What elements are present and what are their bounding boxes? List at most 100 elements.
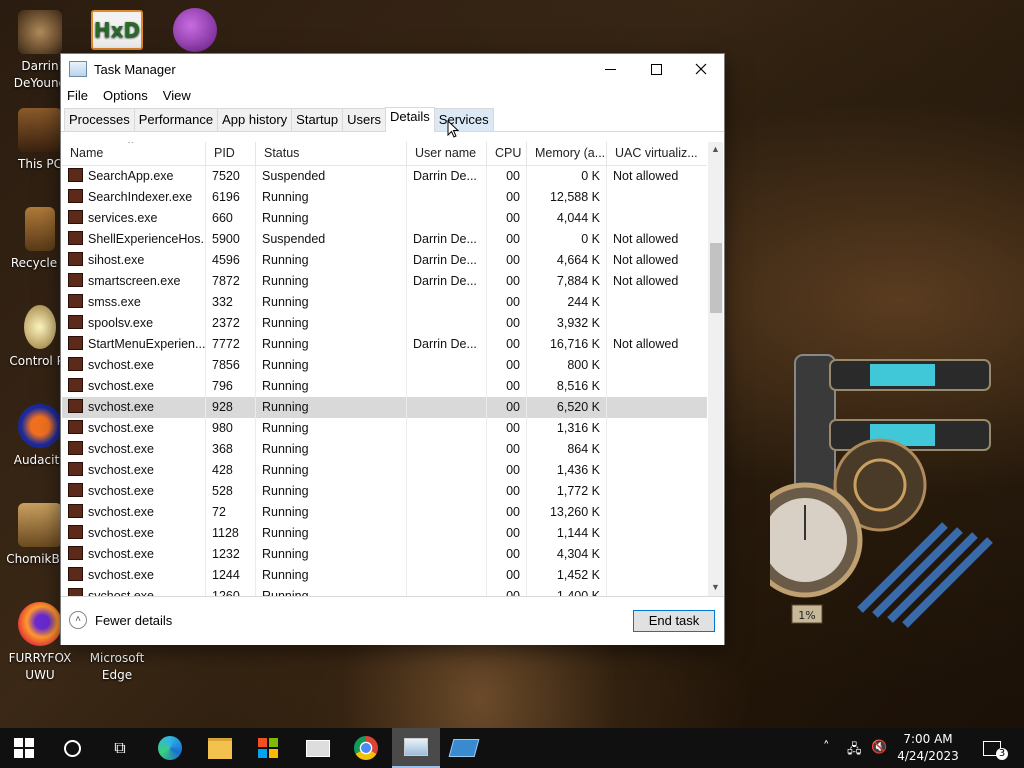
table-row[interactable]: ShellExperienceHos... 5900 Suspended Darrin…	[62, 229, 707, 250]
process-name-cell: smss.exe	[62, 292, 206, 313]
task-view-button[interactable]: ⧉	[96, 728, 144, 768]
status-cell: Suspended	[256, 229, 407, 250]
column-header-pid[interactable]: PID	[206, 142, 256, 165]
column-header-memory[interactable]: Memory (a...	[527, 142, 607, 165]
table-row[interactable]: smss.exe 332 Running 00 244 K	[62, 292, 707, 313]
desktop-icon-tor[interactable]	[155, 8, 235, 56]
taskbar-chrome[interactable]	[342, 728, 390, 768]
status-cell-text: Running	[262, 421, 309, 435]
process-icon	[68, 546, 83, 560]
minimize-button[interactable]	[587, 54, 633, 84]
user-name-cell-text: Darrin De...	[413, 337, 477, 351]
table-row[interactable]: services.exe 660 Running 00 4,044 K	[62, 208, 707, 229]
taskbar-mail[interactable]	[294, 728, 342, 768]
tab-processes[interactable]: Processes	[64, 108, 135, 131]
tab-services[interactable]: Services	[433, 108, 494, 131]
column-header-name[interactable]: Name	[62, 142, 206, 165]
pid-cell-text: 332	[212, 295, 233, 309]
table-row[interactable]: spoolsv.exe 2372 Running 00 3,932 K	[62, 313, 707, 334]
uac-cell	[607, 460, 707, 481]
cpu-cell: 00	[487, 292, 527, 313]
scroll-down-icon[interactable]: ▼	[708, 582, 723, 592]
tab-performance[interactable]: Performance	[133, 108, 219, 131]
cpu-cell-text: 00	[506, 484, 520, 498]
uac-cell: Not allowed	[607, 334, 707, 355]
taskbar-remote-desktop[interactable]	[440, 728, 488, 768]
scroll-up-icon[interactable]: ▲	[708, 144, 723, 154]
table-row[interactable]: svchost.exe 796 Running 00 8,516 K	[62, 376, 707, 397]
cpu-cell: 00	[487, 460, 527, 481]
maximize-button[interactable]	[633, 54, 679, 84]
scrollbar-thumb[interactable]	[710, 243, 722, 313]
status-cell-text: Running	[262, 211, 309, 225]
uac-cell-text: Not allowed	[613, 253, 679, 267]
tab-app-history[interactable]: App history	[217, 108, 293, 131]
memory-cell: 4,664 K	[527, 250, 607, 271]
table-row[interactable]: svchost.exe 428 Running 00 1,436 K	[62, 460, 707, 481]
cpu-cell-text: 00	[506, 253, 520, 267]
tab-details[interactable]: Details	[385, 107, 435, 132]
menu-options[interactable]: Options	[103, 88, 148, 103]
table-row[interactable]: svchost.exe 1244 Running 00 1,452 K	[62, 565, 707, 586]
title-bar[interactable]: Task Manager	[61, 54, 724, 84]
table-row[interactable]: smartscreen.exe 7872 Running Darrin De... 00…	[62, 271, 707, 292]
vertical-scrollbar[interactable]: ▲ ▼	[708, 142, 723, 596]
uac-cell	[607, 586, 707, 596]
user-name-cell: Darrin De...	[407, 166, 487, 187]
pid-cell: 1244	[206, 565, 256, 586]
network-icon[interactable]: 🖧	[847, 740, 862, 762]
table-row[interactable]: StartMenuExperien... 7772 Running Darrin De…	[62, 334, 707, 355]
taskbar-store[interactable]	[244, 728, 292, 768]
end-task-button[interactable]: End task	[633, 610, 715, 632]
cpu-cell-text: 00	[506, 463, 520, 477]
uac-cell-text: Not allowed	[613, 337, 679, 351]
start-button[interactable]	[0, 728, 48, 768]
column-header-user-name[interactable]: User name	[407, 142, 487, 165]
table-row[interactable]: SearchApp.exe 7520 Suspended Darrin De... 00…	[62, 166, 707, 187]
status-cell-text: Running	[262, 358, 309, 372]
system-clock[interactable]: 7:00 AM 4/24/2023	[892, 731, 964, 765]
table-row[interactable]: svchost.exe 928 Running 00 6,520 K	[62, 397, 707, 418]
close-button[interactable]	[678, 54, 724, 84]
tab-users[interactable]: Users	[342, 108, 387, 131]
desktop-icon-edge[interactable]: Microsoft Edge	[77, 650, 157, 684]
memory-cell-text: 16,716 K	[549, 337, 600, 351]
table-row[interactable]: svchost.exe 1232 Running 00 4,304 K	[62, 544, 707, 565]
table-row[interactable]: sihost.exe 4596 Running Darrin De... 00 4,664…	[62, 250, 707, 271]
table-row[interactable]: svchost.exe 7856 Running 00 800 K	[62, 355, 707, 376]
table-row[interactable]: SearchIndexer.exe 6196 Running 00 12,588 K	[62, 187, 707, 208]
status-cell: Running	[256, 313, 407, 334]
taskbar-edge[interactable]	[146, 728, 194, 768]
menu-bar: File Options View	[61, 84, 724, 106]
taskbar-file-explorer[interactable]	[196, 728, 244, 768]
table-row[interactable]: svchost.exe 1128 Running 00 1,144 K	[62, 523, 707, 544]
cpu-cell: 00	[487, 250, 527, 271]
process-icon	[68, 525, 83, 539]
action-center-button[interactable]: 3	[968, 728, 1016, 768]
table-row[interactable]: svchost.exe 980 Running 00 1,316 K	[62, 418, 707, 439]
menu-file[interactable]: File	[67, 88, 88, 103]
process-icon	[68, 462, 83, 476]
table-row[interactable]: svchost.exe 368 Running 00 864 K	[62, 439, 707, 460]
column-header-cpu[interactable]: CPU	[487, 142, 527, 165]
table-row[interactable]: svchost.exe 1260 Running 00 1,400 K	[62, 586, 707, 596]
menu-view[interactable]: View	[163, 88, 191, 103]
user-name-cell-text: Darrin De...	[413, 274, 477, 288]
search-button[interactable]	[48, 728, 96, 768]
show-hidden-icons-chevron-icon[interactable]: ˄	[823, 740, 830, 755]
fewer-details-toggle[interactable]: ˄ Fewer details	[69, 611, 172, 629]
status-cell-text: Running	[262, 463, 309, 477]
desktop-icon-hxd[interactable]: HxD	[77, 10, 157, 54]
table-row[interactable]: svchost.exe 72 Running 00 13,260 K	[62, 502, 707, 523]
taskbar-task-manager[interactable]	[392, 728, 440, 768]
column-header-uac[interactable]: UAC virtualiz...	[607, 142, 707, 165]
table-row[interactable]: svchost.exe 528 Running 00 1,772 K	[62, 481, 707, 502]
volume-muted-icon[interactable]: 🔇	[871, 740, 887, 755]
pid-cell-text: 1260	[212, 589, 240, 596]
process-icon	[68, 588, 83, 596]
status-cell: Running	[256, 460, 407, 481]
pid-cell-text: 4596	[212, 253, 240, 267]
column-header-status[interactable]: Status	[256, 142, 407, 165]
task-manager-window: Task Manager File Options View Processes…	[60, 53, 725, 645]
tab-startup[interactable]: Startup	[291, 108, 344, 131]
